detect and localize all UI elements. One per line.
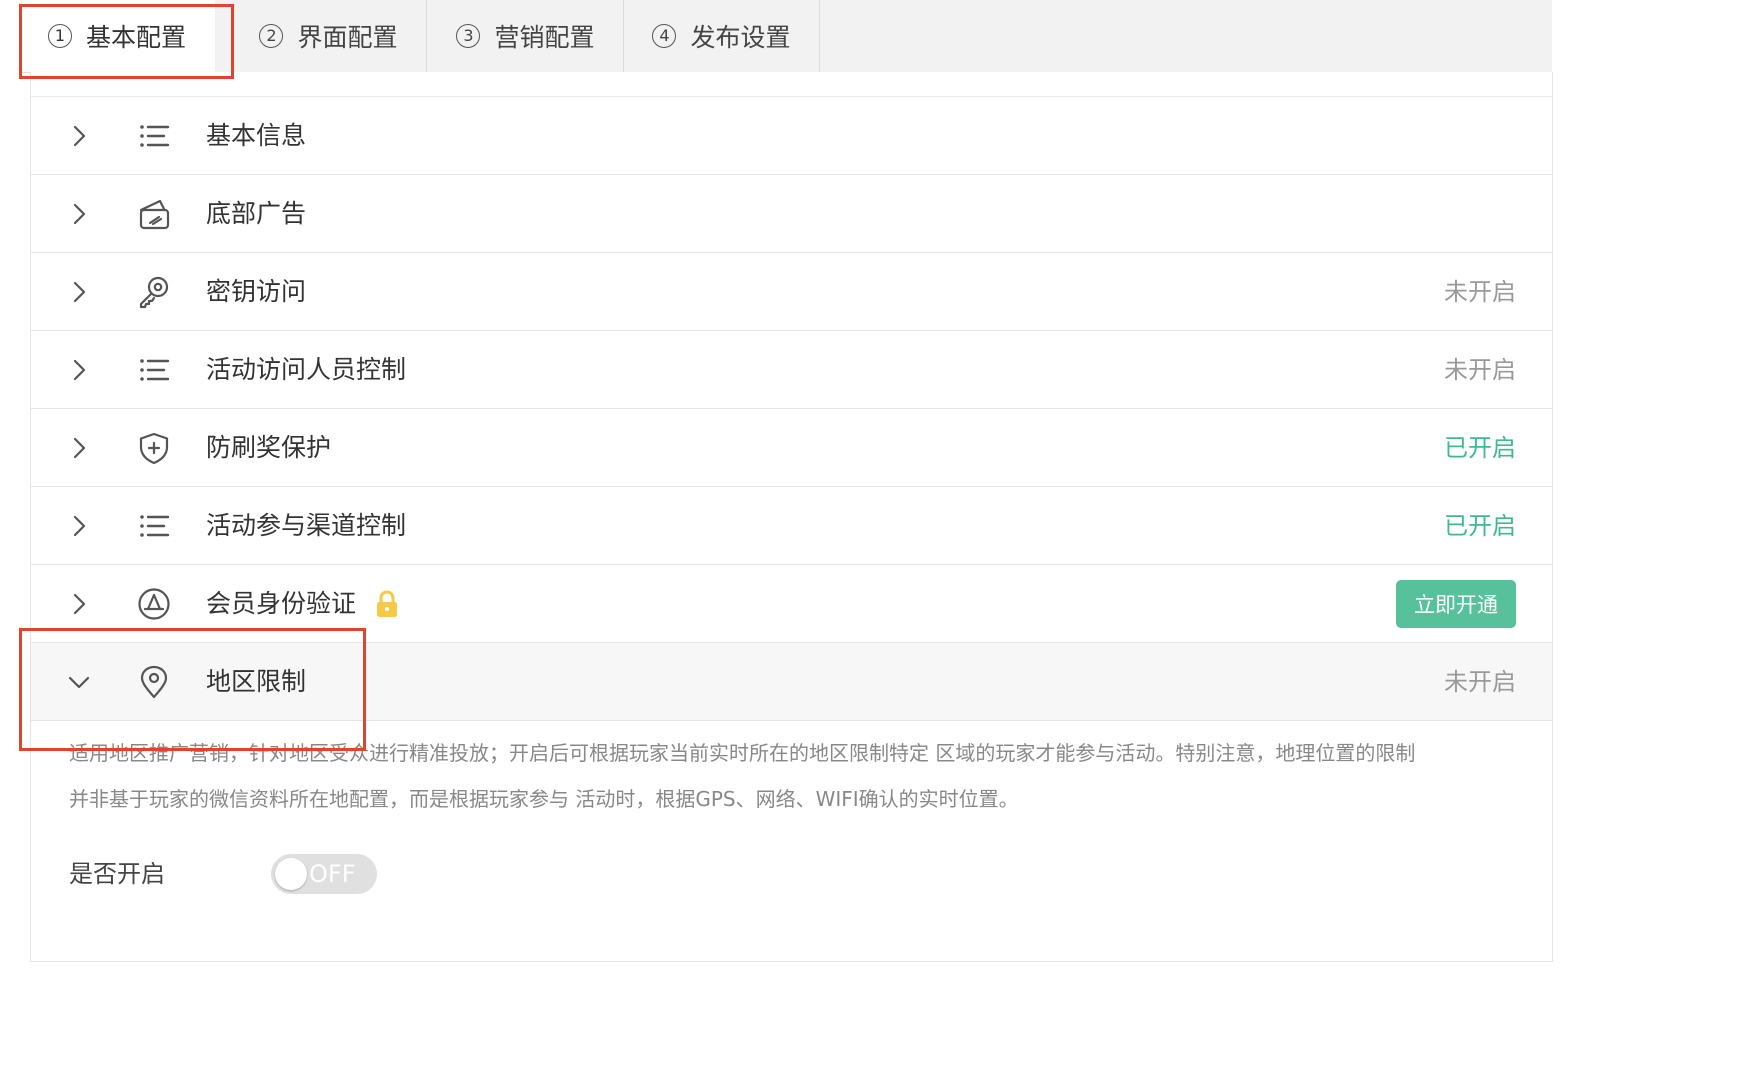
row-label: 底部广告 — [206, 199, 307, 228]
toggle-knob — [275, 858, 307, 890]
location-pin-icon — [140, 665, 168, 699]
tab-label: 界面配置 — [297, 23, 398, 52]
list-icon — [140, 125, 170, 147]
enable-switch-label: 是否开启 — [69, 860, 165, 888]
toggle-state-text: OFF — [309, 860, 356, 888]
row-label: 活动访问人员控制 — [206, 355, 407, 384]
row-bottom-ad[interactable]: 底部广告 — [31, 175, 1552, 253]
tab-label: 基本配置 — [85, 23, 186, 52]
ad-card-icon — [139, 199, 170, 230]
list-icon — [140, 359, 170, 381]
chevron-right-icon — [73, 437, 86, 459]
row-member-verification[interactable]: 会员身份验证 立即开通 — [31, 565, 1552, 643]
row-channel-control[interactable]: 活动参与渠道控制 已开启 — [31, 487, 1552, 565]
list-icon — [140, 515, 170, 537]
step-tabs: 1 基本配置 2 界面配置 3 营销配置 4 发布设置 — [19, 0, 1552, 73]
status-text: 未开启 — [1444, 668, 1516, 696]
shield-plus-icon — [139, 432, 169, 465]
row-anti-fraud[interactable]: 防刷奖保护 已开启 — [31, 409, 1552, 487]
lock-icon — [377, 590, 397, 617]
tab-label: 营销配置 — [494, 23, 595, 52]
chevron-right-icon — [73, 593, 86, 615]
row-label: 密钥访问 — [206, 277, 307, 306]
row-basic-info[interactable]: 基本信息 — [31, 97, 1552, 175]
chevron-right-icon — [73, 359, 86, 381]
row-label: 防刷奖保护 — [206, 433, 332, 462]
tab-ui-config[interactable]: 2 界面配置 — [231, 0, 427, 72]
chevron-right-icon — [73, 515, 86, 537]
row-label: 基本信息 — [206, 121, 307, 150]
config-panel: 基本信息 底部广告 密钥访问 未开启 活动访问人员控制 未开启 防刷奖保护 已开… — [30, 72, 1553, 962]
activate-now-button[interactable]: 立即开通 — [1396, 580, 1516, 628]
chevron-right-icon — [73, 281, 86, 303]
member-badge-icon — [138, 588, 170, 620]
row-label: 会员身份验证 — [206, 589, 357, 618]
step-number-1: 1 — [47, 24, 72, 48]
chevron-right-icon — [73, 203, 86, 225]
step-number-2: 2 — [259, 24, 284, 48]
key-icon — [139, 276, 169, 309]
tab-label: 发布设置 — [690, 23, 791, 52]
enable-toggle[interactable]: OFF — [271, 854, 377, 894]
tab-basic-config[interactable]: 1 基本配置 — [19, 0, 215, 72]
status-text: 已开启 — [1444, 434, 1516, 462]
chevron-right-icon — [73, 125, 86, 147]
status-text: 已开启 — [1444, 512, 1516, 540]
row-visitor-control[interactable]: 活动访问人员控制 未开启 — [31, 331, 1552, 409]
row-key-access[interactable]: 密钥访问 未开启 — [31, 253, 1552, 331]
status-text: 未开启 — [1444, 356, 1516, 384]
tab-publish-settings[interactable]: 4 发布设置 — [624, 0, 820, 72]
row-label: 活动参与渠道控制 — [206, 511, 407, 540]
step-number-4: 4 — [652, 24, 677, 48]
status-text: 未开启 — [1444, 278, 1516, 306]
row-region-restriction[interactable]: 地区限制 未开启 — [31, 643, 1552, 721]
chevron-down-icon — [68, 676, 90, 689]
tab-marketing-config[interactable]: 3 营销配置 — [428, 0, 624, 72]
region-description: 适用地区推广营销，针对地区受众进行精准投放；开启后可根据玩家当前实时所在的地区限… — [69, 730, 1519, 822]
description-line: 并非基于玩家的微信资料所在地配置，而是根据玩家参与 活动时，根据GPS、网络、W… — [69, 787, 1019, 811]
step-number-3: 3 — [456, 24, 481, 48]
row-label: 地区限制 — [206, 667, 307, 696]
description-line: 适用地区推广营销，针对地区受众进行精准投放；开启后可根据玩家当前实时所在的地区限… — [69, 741, 1416, 765]
